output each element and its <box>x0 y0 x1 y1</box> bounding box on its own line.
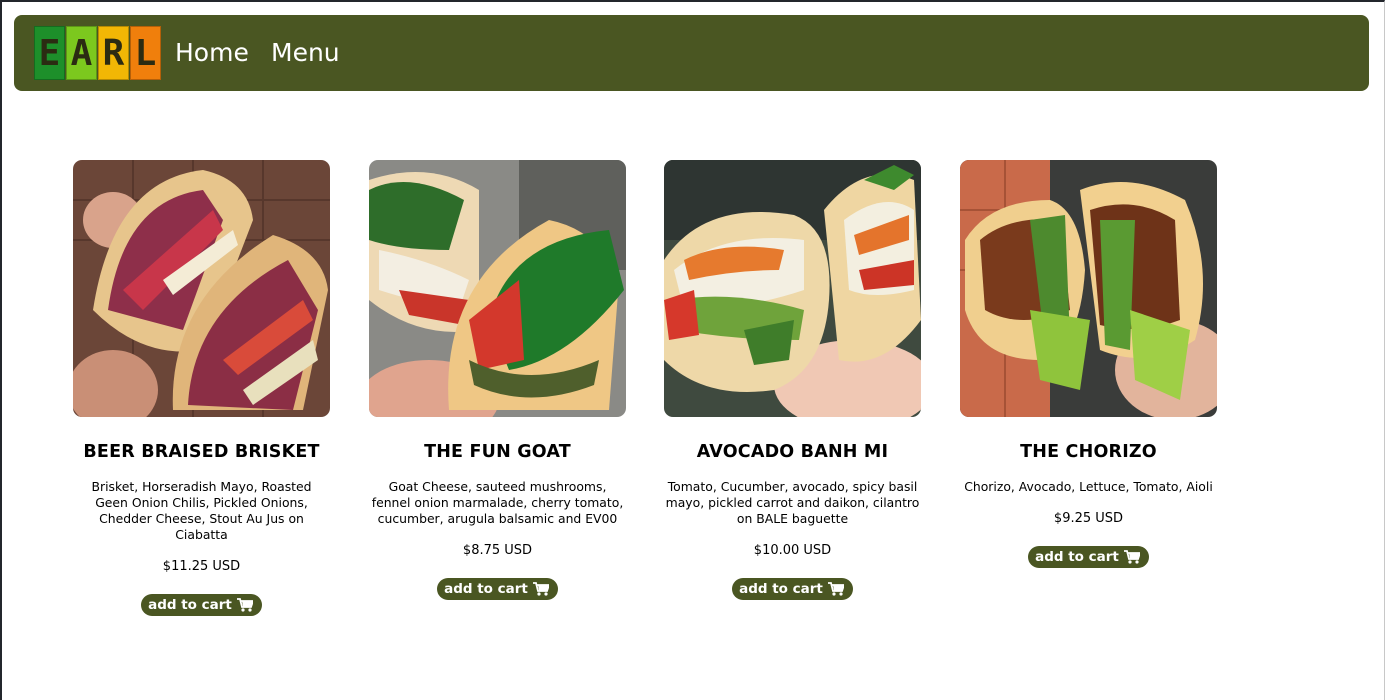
product-card: AVOCADO BANH MI Tomato, Cucumber, avocad… <box>664 160 921 600</box>
add-to-cart-label: add to cart <box>444 581 528 597</box>
add-to-cart-label: add to cart <box>1035 549 1119 565</box>
product-price: $8.75 USD <box>462 543 533 558</box>
earl-logo[interactable]: E A R L <box>34 26 162 80</box>
logo-letter: R <box>98 26 129 80</box>
product-card: THE CHORIZO Chorizo, Avocado, Lettuce, T… <box>960 160 1217 568</box>
add-to-cart-label: add to cart <box>739 581 823 597</box>
add-to-cart-label: add to cart <box>148 597 232 613</box>
shopping-cart-icon <box>236 598 253 612</box>
product-card: THE FUN GOAT Goat Cheese, sauteed mushro… <box>369 160 626 600</box>
product-price: $10.00 USD <box>753 543 832 558</box>
shopping-cart-icon <box>532 582 549 596</box>
shopping-cart-icon <box>1123 550 1140 564</box>
product-title: THE CHORIZO <box>1020 442 1157 462</box>
logo-letter: L <box>130 26 161 80</box>
add-to-cart-button[interactable]: add to cart <box>732 578 853 600</box>
logo-letter: A <box>66 26 97 80</box>
nav-menu-link[interactable]: Menu <box>271 37 340 69</box>
shopping-cart-icon <box>827 582 844 596</box>
top-navbar: E A R L Home Menu <box>14 15 1369 91</box>
sandwich-photo[interactable] <box>960 160 1217 417</box>
product-description: Tomato, Cucumber, avocado, spicy basil m… <box>665 479 920 526</box>
product-title: THE FUN GOAT <box>424 442 571 462</box>
product-price: $11.25 USD <box>162 559 241 574</box>
sandwich-photo[interactable] <box>73 160 330 417</box>
add-to-cart-button[interactable]: add to cart <box>1028 546 1149 568</box>
product-description: Brisket, Horseradish Mayo, Roasted Geen … <box>91 479 312 542</box>
product-description: Goat Cheese, sauteed mushrooms, fennel o… <box>371 479 624 526</box>
add-to-cart-button[interactable]: add to cart <box>141 594 262 616</box>
product-price: $9.25 USD <box>1053 511 1124 526</box>
logo-letter: E <box>34 26 65 80</box>
sandwich-photo[interactable] <box>664 160 921 417</box>
add-to-cart-button[interactable]: add to cart <box>437 578 558 600</box>
product-description: Chorizo, Avocado, Lettuce, Tomato, Aioli <box>964 479 1213 494</box>
product-card: BEER BRAISED BRISKET Brisket, Horseradis… <box>73 160 330 616</box>
product-title: AVOCADO BANH MI <box>696 442 889 462</box>
sandwich-photo[interactable] <box>369 160 626 417</box>
nav-home-link[interactable]: Home <box>175 37 249 69</box>
product-title: BEER BRAISED BRISKET <box>83 442 320 462</box>
